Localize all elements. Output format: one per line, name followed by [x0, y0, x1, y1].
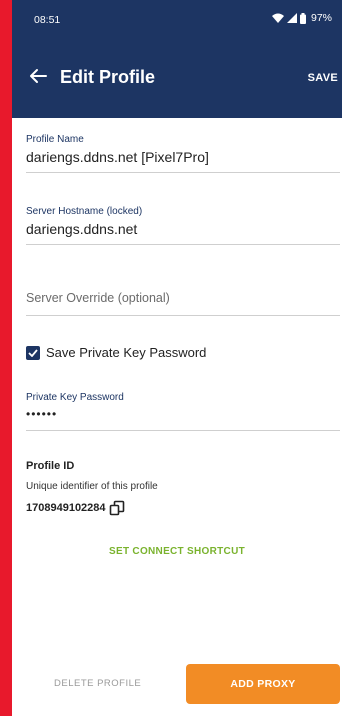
page-title: Edit Profile: [60, 67, 156, 87]
field-underline: [26, 172, 340, 173]
profile-id-description: Unique identifier of this profile: [26, 481, 158, 492]
app-bar: 08:51 97% Edit Profile SAVE: [12, 0, 342, 118]
wifi-icon: [271, 13, 284, 23]
profile-id-section: Profile ID Unique identifier of this pro…: [26, 460, 158, 516]
profile-name-label: Profile Name: [26, 134, 84, 145]
profile-id-title: Profile ID: [26, 460, 75, 472]
server-hostname-field: Server Hostname (locked) dariengs.ddns.n…: [26, 206, 340, 245]
profile-id-value-row: 1708949102284: [26, 500, 158, 516]
field-underline: [26, 315, 340, 316]
copy-icon[interactable]: [109, 500, 125, 516]
server-hostname-label: Server Hostname (locked): [26, 206, 143, 217]
checkbox-checked-icon: [26, 345, 40, 360]
save-key-password-checkbox[interactable]: Save Private Key Password: [26, 345, 206, 360]
status-icons: 97%: [271, 12, 332, 24]
set-connect-shortcut-button[interactable]: SET CONNECT SHORTCUT: [12, 546, 342, 557]
back-button[interactable]: [26, 66, 50, 90]
status-bar: 08:51 97%: [12, 0, 342, 44]
field-underline: [26, 244, 340, 245]
profile-name-value: dariengs.ddns.net [Pixel7Pro]: [26, 149, 209, 165]
private-key-password-field[interactable]: Private Key Password ••••••: [26, 392, 340, 431]
delete-profile-button[interactable]: DELETE PROFILE: [54, 678, 141, 689]
arrow-left-icon: [29, 68, 47, 89]
server-override-placeholder: Server Override (optional): [26, 291, 170, 305]
private-key-password-label: Private Key Password: [26, 392, 124, 403]
server-override-field[interactable]: Server Override (optional): [26, 291, 340, 316]
private-key-password-value: ••••••: [26, 407, 58, 421]
add-proxy-button[interactable]: ADD PROXY: [186, 664, 340, 704]
signal-icon: [286, 13, 297, 23]
server-hostname-value: dariengs.ddns.net: [26, 221, 138, 237]
profile-name-field[interactable]: Profile Name dariengs.ddns.net [Pixel7Pr…: [26, 134, 340, 173]
phone-screen: 08:51 97% Edit Profile SAVE Profile Name…: [12, 0, 342, 716]
field-underline: [26, 430, 340, 431]
save-button[interactable]: SAVE: [308, 72, 338, 84]
status-time: 08:51: [34, 14, 61, 26]
battery-icon: [299, 12, 306, 24]
profile-id-value: 1708949102284: [26, 502, 106, 514]
checkbox-label: Save Private Key Password: [46, 345, 207, 360]
battery-percent: 97%: [310, 12, 332, 24]
